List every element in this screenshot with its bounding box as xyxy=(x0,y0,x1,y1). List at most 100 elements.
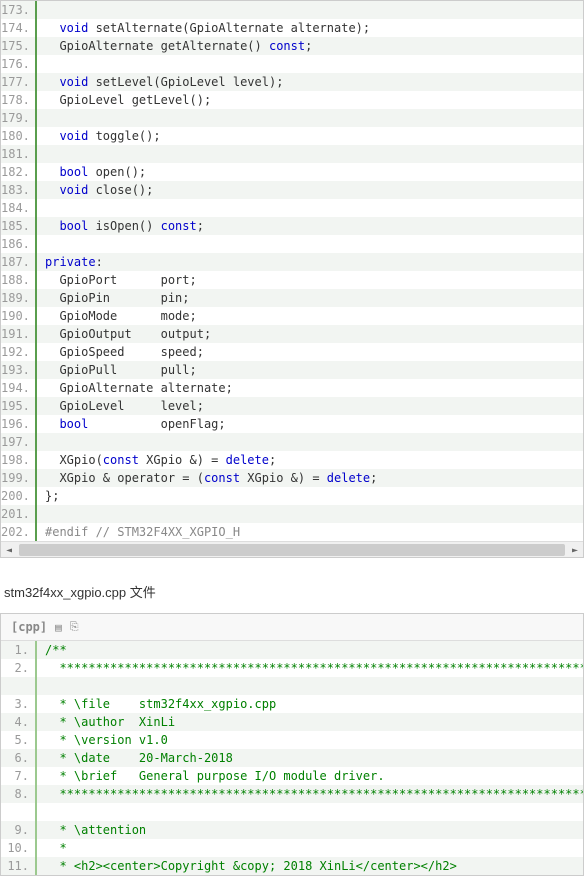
code-block-2: [cpp] ▤ ⎘ 1./**2. **********************… xyxy=(0,613,584,876)
code-line: 177. void setLevel(GpioLevel level); xyxy=(1,73,583,91)
line-number: 178. xyxy=(1,91,37,109)
line-content: ****************************************… xyxy=(37,785,583,803)
line-content: #endif // STM32F4XX_XGPIO_H xyxy=(37,523,583,541)
code-line: 186. xyxy=(1,235,583,253)
code-line: 187.private: xyxy=(1,253,583,271)
line-content xyxy=(37,145,583,163)
language-label: [cpp] xyxy=(11,620,47,634)
code-line: 201. xyxy=(1,505,583,523)
line-number: 194. xyxy=(1,379,37,397)
line-content: GpioAlternate alternate; xyxy=(37,379,583,397)
line-number: 5. xyxy=(1,731,37,749)
line-number: 190. xyxy=(1,307,37,325)
line-content xyxy=(37,433,583,451)
line-content: bool openFlag; xyxy=(37,415,583,433)
code-line: 193. GpioPull pull; xyxy=(1,361,583,379)
line-number: 6. xyxy=(1,749,37,767)
line-content: }; xyxy=(37,487,583,505)
code-line: 10. * xyxy=(1,839,583,857)
code-line: 176. xyxy=(1,55,583,73)
line-number: 200. xyxy=(1,487,37,505)
code-line: 173. xyxy=(1,1,583,19)
code-line: 191. GpioOutput output; xyxy=(1,325,583,343)
line-content: XGpio & operator = (const XGpio &) = del… xyxy=(37,469,583,487)
line-number: 187. xyxy=(1,253,37,271)
view-plain-icon[interactable]: ▤ xyxy=(55,621,62,634)
line-content: void close(); xyxy=(37,181,583,199)
line-content: private: xyxy=(37,253,583,271)
line-content: * \author XinLi xyxy=(37,713,583,731)
code-area-1[interactable]: 173.174. void setAlternate(GpioAlternate… xyxy=(1,1,583,541)
code-line: 192. GpioSpeed speed; xyxy=(1,343,583,361)
code-line: 11. * <h2><center>Copyright &copy; 2018 … xyxy=(1,857,583,875)
line-content: GpioSpeed speed; xyxy=(37,343,583,361)
line-content: GpioOutput output; xyxy=(37,325,583,343)
line-content: GpioPull pull; xyxy=(37,361,583,379)
line-number: 193. xyxy=(1,361,37,379)
code-line: 5. * \version v1.0 xyxy=(1,731,583,749)
code-line: 174. void setAlternate(GpioAlternate alt… xyxy=(1,19,583,37)
code-line: 7. * \brief General purpose I/O module d… xyxy=(1,767,583,785)
line-number: 185. xyxy=(1,217,37,235)
code-toolbar: [cpp] ▤ ⎘ xyxy=(1,614,583,641)
line-content: GpioPort port; xyxy=(37,271,583,289)
line-content: ****************************************… xyxy=(37,659,583,677)
line-content: bool open(); xyxy=(37,163,583,181)
line-content: GpioLevel getLevel(); xyxy=(37,91,583,109)
code-line: 198. XGpio(const XGpio &) = delete; xyxy=(1,451,583,469)
line-content: void toggle(); xyxy=(37,127,583,145)
code-line: 8. *************************************… xyxy=(1,785,583,803)
line-content: * \attention xyxy=(37,821,583,839)
line-content: bool isOpen() const; xyxy=(37,217,583,235)
line-number: 11. xyxy=(1,857,37,875)
code-line: 196. bool openFlag; xyxy=(1,415,583,433)
code-line: 181. xyxy=(1,145,583,163)
line-content: XGpio(const XGpio &) = delete; xyxy=(37,451,583,469)
line-content: void setLevel(GpioLevel level); xyxy=(37,73,583,91)
line-number: 196. xyxy=(1,415,37,433)
scroll-left-icon[interactable]: ◄ xyxy=(1,542,17,558)
code-line: 202.#endif // STM32F4XX_XGPIO_H xyxy=(1,523,583,541)
code-line: 178. GpioLevel getLevel(); xyxy=(1,91,583,109)
line-number: 195. xyxy=(1,397,37,415)
line-content: * \file stm32f4xx_xgpio.cpp xyxy=(37,695,583,713)
line-number: 184. xyxy=(1,199,37,217)
code-line: 195. GpioLevel level; xyxy=(1,397,583,415)
code-line: 190. GpioMode mode; xyxy=(1,307,583,325)
line-number: 7. xyxy=(1,767,37,785)
line-number: 10. xyxy=(1,839,37,857)
line-content xyxy=(37,1,583,19)
line-number: 189. xyxy=(1,289,37,307)
line-content xyxy=(37,505,583,523)
code-line: 180. void toggle(); xyxy=(1,127,583,145)
line-number: 199. xyxy=(1,469,37,487)
line-number: 202. xyxy=(1,523,37,541)
scroll-right-icon[interactable]: ► xyxy=(567,542,583,558)
section-header: stm32f4xx_xgpio.cpp 文件 xyxy=(4,582,584,601)
line-number: 3. xyxy=(1,695,37,713)
line-number: 174. xyxy=(1,19,37,37)
code-area-2[interactable]: 1./**2. ********************************… xyxy=(1,641,583,875)
line-content: * \version v1.0 xyxy=(37,731,583,749)
line-content: * \brief General purpose I/O module driv… xyxy=(37,767,583,785)
code-line: 3. * \file stm32f4xx_xgpio.cpp xyxy=(1,695,583,713)
line-content xyxy=(37,55,583,73)
horizontal-scrollbar[interactable]: ◄ ► xyxy=(1,541,583,557)
code-line: 197. xyxy=(1,433,583,451)
line-number: 180. xyxy=(1,127,37,145)
scroll-thumb[interactable] xyxy=(19,544,565,556)
line-number: 182. xyxy=(1,163,37,181)
line-number: 8. xyxy=(1,785,37,803)
code-line: 1./** xyxy=(1,641,583,659)
line-number: 192. xyxy=(1,343,37,361)
code-line: 188. GpioPort port; xyxy=(1,271,583,289)
line-content: /** xyxy=(37,641,583,659)
line-number: 2. xyxy=(1,659,37,677)
code-line: 199. XGpio & operator = (const XGpio &) … xyxy=(1,469,583,487)
line-number: 201. xyxy=(1,505,37,523)
line-content xyxy=(37,199,583,217)
line-content: GpioLevel level; xyxy=(37,397,583,415)
line-number: 175. xyxy=(1,37,37,55)
code-line: 6. * \date 20-March-2018 xyxy=(1,749,583,767)
copy-icon[interactable]: ⎘ xyxy=(70,620,79,634)
